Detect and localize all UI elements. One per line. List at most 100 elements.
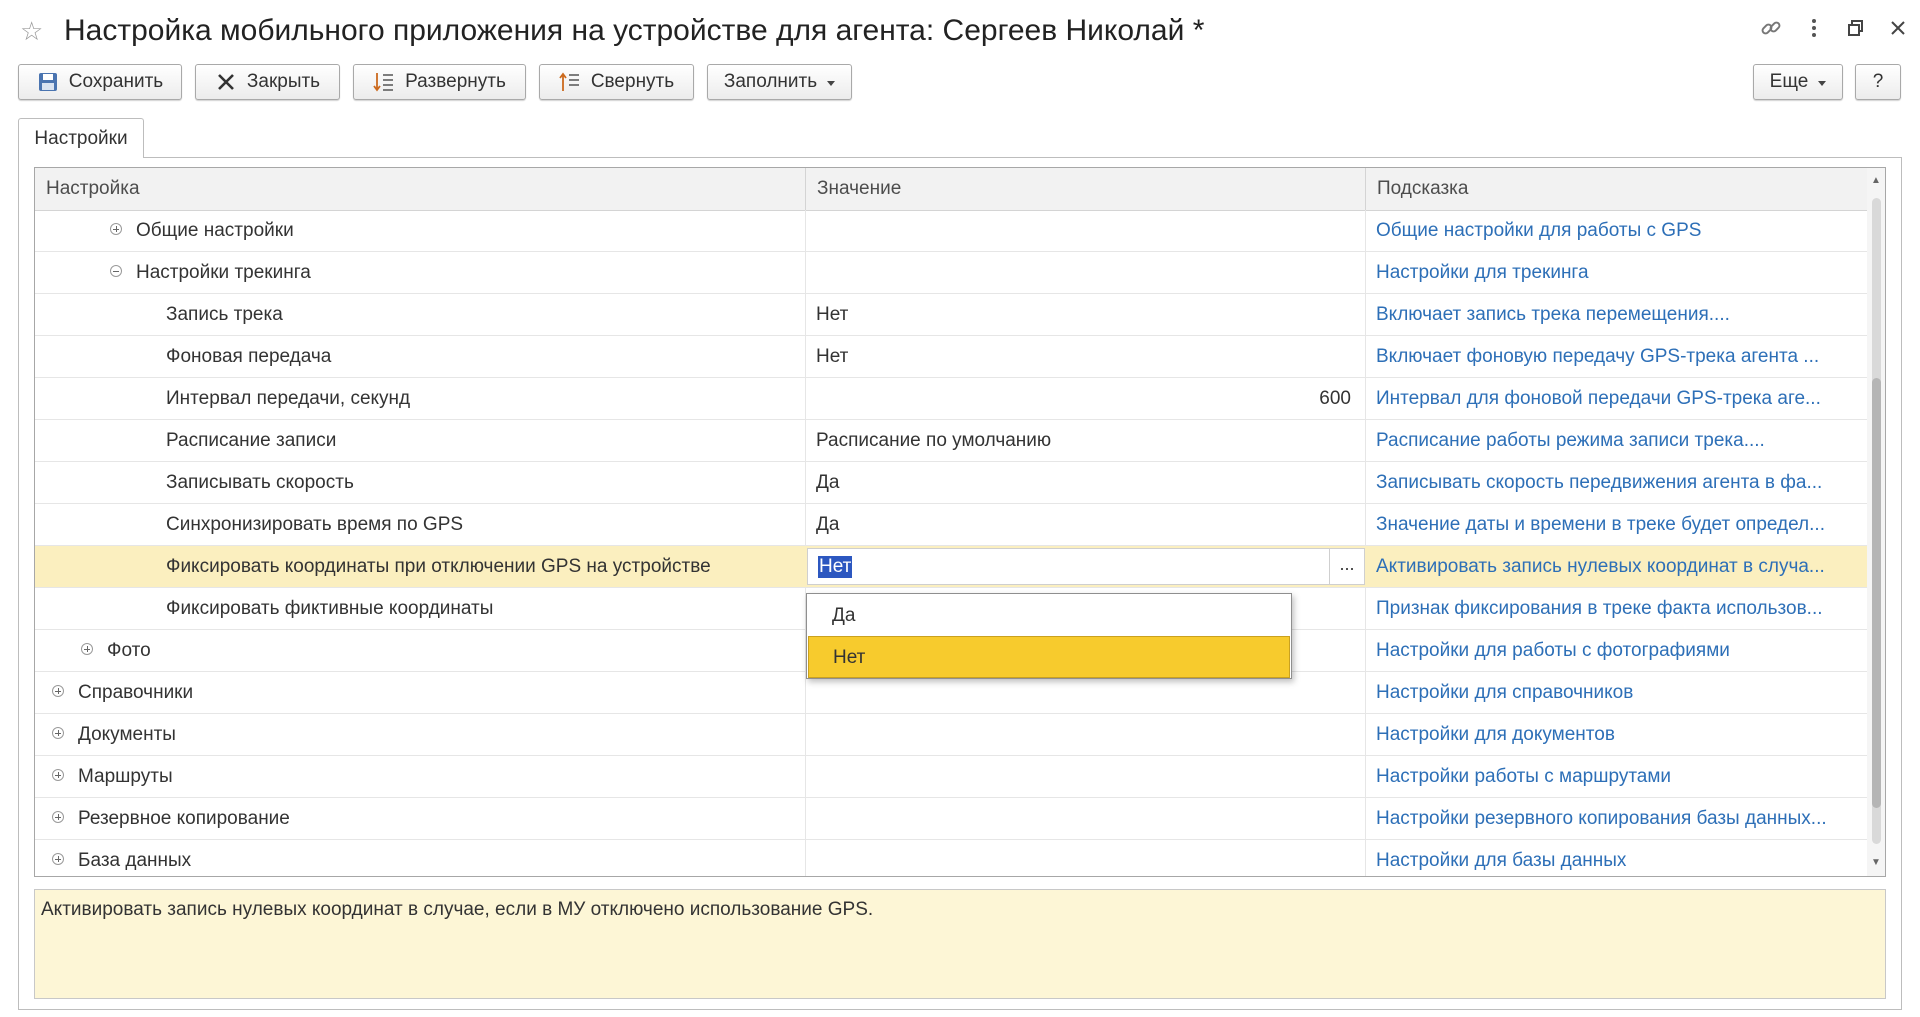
table-row[interactable]: База данных Настройки для базы данных xyxy=(35,840,1867,876)
expand-plus-icon[interactable] xyxy=(81,643,93,656)
floppy-disk-icon xyxy=(37,71,59,93)
scroll-down-icon[interactable]: ▼ xyxy=(1867,854,1885,872)
value-editor-text[interactable]: Нет xyxy=(818,556,853,578)
setting-hint[interactable]: Настройки для справочников xyxy=(1365,672,1865,713)
expand-plus-icon[interactable] xyxy=(52,853,64,866)
settings-tree-grid[interactable]: Настройка Значение Подсказка Общие настр… xyxy=(34,167,1886,877)
setting-value[interactable]: Да xyxy=(805,504,1365,545)
save-button[interactable]: Сохранить xyxy=(18,64,182,100)
setting-name: Фиксировать фиктивные координаты xyxy=(166,598,494,619)
setting-name: Фото xyxy=(107,640,151,661)
setting-value[interactable]: Да xyxy=(805,462,1365,503)
column-header-value[interactable]: Значение xyxy=(805,168,1365,210)
setting-hint[interactable]: Настройки работы с маршрутами xyxy=(1365,756,1865,797)
setting-value[interactable] xyxy=(805,210,1365,251)
collapse-minus-icon[interactable] xyxy=(110,265,122,278)
table-row[interactable]: Запись трека Нет Включает запись трека п… xyxy=(35,294,1867,336)
setting-hint[interactable]: Признак фиксирования в треке факта испол… xyxy=(1365,588,1865,629)
collapse-tree-icon xyxy=(559,71,581,93)
more-label: Еще xyxy=(1769,71,1809,92)
close-label: Закрыть xyxy=(246,71,321,92)
expand-plus-icon[interactable] xyxy=(110,223,122,236)
value-editor[interactable]: Нет ... xyxy=(807,548,1365,585)
setting-value[interactable] xyxy=(805,798,1365,839)
setting-hint[interactable]: Интервал для фоновой передачи GPS-трека … xyxy=(1365,378,1865,419)
scroll-thumb[interactable] xyxy=(1872,378,1881,808)
setting-value[interactable] xyxy=(805,840,1365,876)
restore-window-icon[interactable] xyxy=(1840,12,1872,44)
select-ellipsis-button[interactable]: ... xyxy=(1329,549,1364,584)
close-button[interactable]: Закрыть xyxy=(195,64,340,100)
expand-plus-icon[interactable] xyxy=(52,727,64,740)
fill-dropdown-button[interactable]: Заполнить xyxy=(707,64,852,100)
table-row[interactable]: Расписание записи Расписание по умолчани… xyxy=(35,420,1867,462)
favorite-star-icon[interactable]: ☆ xyxy=(20,14,43,48)
setting-name: Записывать скорость xyxy=(166,472,354,493)
table-row[interactable]: Фоновая передача Нет Включает фоновую пе… xyxy=(35,336,1867,378)
vertical-scrollbar[interactable]: ▲ ▼ xyxy=(1867,168,1885,876)
expand-button[interactable]: Развернуть xyxy=(353,64,526,100)
setting-value[interactable]: 600 xyxy=(805,378,1365,419)
setting-hint[interactable]: Настройки для базы данных xyxy=(1365,840,1865,876)
setting-name: Документы xyxy=(78,724,176,745)
setting-value[interactable] xyxy=(805,714,1365,755)
value-dropdown-list[interactable]: Да Нет xyxy=(806,593,1292,679)
chevron-down-icon xyxy=(1818,80,1827,86)
chevron-down-icon xyxy=(827,80,836,86)
scroll-up-icon[interactable]: ▲ xyxy=(1867,172,1885,190)
setting-hint[interactable]: Настройки для работы с фотографиями xyxy=(1365,630,1865,671)
expand-plus-icon[interactable] xyxy=(52,685,64,698)
setting-hint[interactable]: Включает фоновую передачу GPS-трека аген… xyxy=(1365,336,1865,377)
expand-plus-icon[interactable] xyxy=(52,811,64,824)
setting-hint[interactable]: Настройки для трекинга xyxy=(1365,252,1865,293)
setting-hint[interactable]: Активировать запись нулевых координат в … xyxy=(1365,546,1865,587)
table-row[interactable]: Настройки трекинга Настройки для трекинг… xyxy=(35,252,1867,294)
expand-plus-icon[interactable] xyxy=(52,769,64,782)
setting-name: Фоновая передача xyxy=(166,346,332,367)
window-title: Настройка мобильного приложения на устро… xyxy=(64,14,1205,47)
expand-label: Развернуть xyxy=(405,71,506,92)
table-row[interactable]: Резервное копирование Настройки резервно… xyxy=(35,798,1867,840)
setting-value[interactable]: Расписание по умолчанию xyxy=(805,420,1365,461)
table-row[interactable]: Синхронизировать время по GPS Да Значени… xyxy=(35,504,1867,546)
setting-hint[interactable]: Расписание работы режима записи трека...… xyxy=(1365,420,1865,461)
table-row[interactable]: Маршруты Настройки работы с маршрутами xyxy=(35,756,1867,798)
setting-hint[interactable]: Значение даты и времени в треке будет оп… xyxy=(1365,504,1865,545)
dropdown-option-no[interactable]: Нет xyxy=(808,636,1290,678)
more-vertical-icon[interactable] xyxy=(1798,12,1830,44)
tab-settings[interactable]: Настройки xyxy=(18,118,144,158)
table-row[interactable]: Интервал передачи, секунд 600 Интервал д… xyxy=(35,378,1867,420)
setting-name: Расписание записи xyxy=(166,430,337,451)
table-row-selected[interactable]: Фиксировать координаты при отключении GP… xyxy=(35,546,1867,588)
setting-hint[interactable]: Настройки для документов xyxy=(1365,714,1865,755)
link-icon[interactable] xyxy=(1755,12,1787,44)
setting-value[interactable]: Нет xyxy=(805,336,1365,377)
more-dropdown-button[interactable]: Еще xyxy=(1753,64,1843,100)
table-row[interactable]: Документы Настройки для документов xyxy=(35,714,1867,756)
setting-name: Синхронизировать время по GPS xyxy=(166,514,464,535)
setting-name: Фиксировать координаты при отключении GP… xyxy=(166,556,711,577)
column-header-setting[interactable]: Настройка xyxy=(35,168,805,210)
setting-name: Резервное копирование xyxy=(78,808,290,829)
setting-name: Справочники xyxy=(78,682,194,703)
fill-label: Заполнить xyxy=(723,71,818,92)
table-row[interactable]: Общие настройки Общие настройки для рабо… xyxy=(35,210,1867,252)
setting-hint[interactable]: Общие настройки для работы с GPS xyxy=(1365,210,1865,251)
setting-hint[interactable]: Записывать скорость передвижения агента … xyxy=(1365,462,1865,503)
setting-value[interactable]: Нет xyxy=(805,294,1365,335)
setting-value[interactable] xyxy=(805,252,1365,293)
help-label: ? xyxy=(1872,71,1884,92)
close-icon xyxy=(215,71,237,93)
column-header-hint[interactable]: Подсказка xyxy=(1365,168,1867,210)
setting-hint[interactable]: Настройки резервного копирования базы да… xyxy=(1365,798,1865,839)
setting-name: Интервал передачи, секунд xyxy=(166,388,411,409)
setting-value[interactable] xyxy=(805,756,1365,797)
grid-header: Настройка Значение Подсказка xyxy=(35,168,1867,211)
collapse-button[interactable]: Свернуть xyxy=(539,64,694,100)
dropdown-option-yes[interactable]: Да xyxy=(808,595,1290,637)
table-row[interactable]: Записывать скорость Да Записывать скорос… xyxy=(35,462,1867,504)
help-button[interactable]: ? xyxy=(1855,64,1901,100)
close-window-icon[interactable] xyxy=(1882,12,1914,44)
setting-hint[interactable]: Включает запись трека перемещения.... xyxy=(1365,294,1865,335)
expand-tree-icon xyxy=(373,71,395,93)
